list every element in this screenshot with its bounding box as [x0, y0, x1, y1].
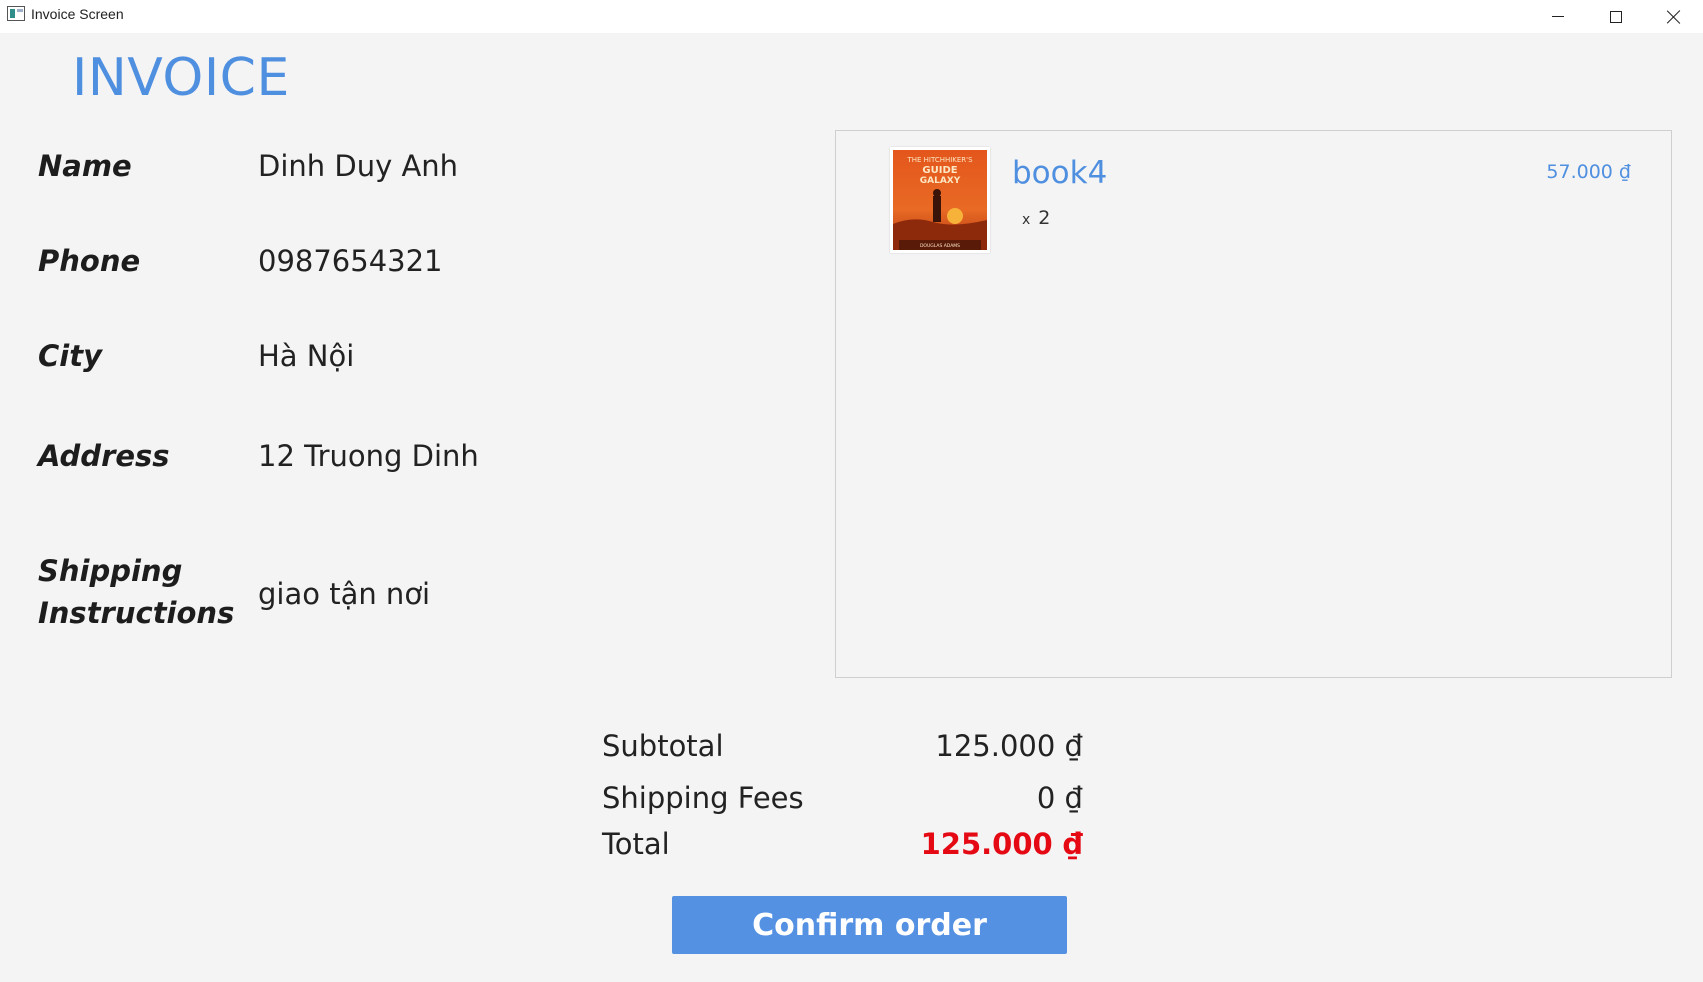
- total-label: Total: [602, 827, 670, 861]
- close-button[interactable]: [1645, 0, 1703, 33]
- shipping-instructions-value: giao tận nơi: [258, 577, 431, 611]
- subtotal-label: Subtotal: [602, 729, 724, 763]
- quantity-prefix: x: [1022, 212, 1031, 228]
- address-label: Address: [38, 439, 170, 473]
- shipping-fees-value: 0 ₫: [1036, 781, 1083, 815]
- phone-value: 0987654321: [258, 244, 443, 278]
- invoice-window: Invoice Screen INVOICE Name Dinh Duy Anh…: [0, 0, 1703, 982]
- book-cover-image: THE HITCHHIKER'S GUIDE GALAXY DOUGLAS AD…: [890, 147, 990, 253]
- total-value: 125.000 ₫: [920, 827, 1083, 861]
- city-value: Hà Nội: [258, 339, 355, 373]
- title-bar: Invoice Screen: [0, 0, 1703, 33]
- shipping-instructions-label: Shipping Instructions: [38, 554, 235, 630]
- svg-text:DOUGLAS ADAMS: DOUGLAS ADAMS: [920, 243, 960, 249]
- confirm-order-button[interactable]: Confirm order: [672, 896, 1067, 954]
- cart-items-panel[interactable]: THE HITCHHIKER'S GUIDE GALAXY DOUGLAS AD…: [835, 130, 1672, 678]
- window-title: Invoice Screen: [31, 6, 124, 22]
- minimize-icon: [1552, 16, 1564, 17]
- svg-text:THE HITCHHIKER'S: THE HITCHHIKER'S: [906, 156, 973, 164]
- maximize-button[interactable]: [1587, 0, 1645, 33]
- name-value: Dinh Duy Anh: [258, 149, 459, 183]
- page-title: INVOICE: [72, 48, 290, 108]
- minimize-button[interactable]: [1529, 0, 1587, 33]
- address-value: 12 Truong Dinh: [258, 439, 479, 473]
- quantity-value: 2: [1038, 207, 1051, 229]
- app-icon: [7, 6, 25, 21]
- item-price: 57.000 ₫: [1546, 161, 1631, 183]
- maximize-icon: [1610, 10, 1622, 23]
- name-label: Name: [38, 149, 132, 183]
- cart-item: THE HITCHHIKER'S GUIDE GALAXY DOUGLAS AD…: [836, 131, 1671, 261]
- city-label: City: [38, 339, 102, 373]
- subtotal-value: 125.000 ₫: [935, 729, 1083, 763]
- close-icon: [1667, 10, 1681, 24]
- item-title: book4: [1012, 155, 1108, 191]
- phone-label: Phone: [38, 244, 141, 278]
- svg-text:GALAXY: GALAXY: [920, 176, 961, 186]
- shipping-fees-label: Shipping Fees: [602, 781, 804, 815]
- item-quantity: x2: [1022, 207, 1050, 229]
- svg-text:GUIDE: GUIDE: [922, 165, 957, 176]
